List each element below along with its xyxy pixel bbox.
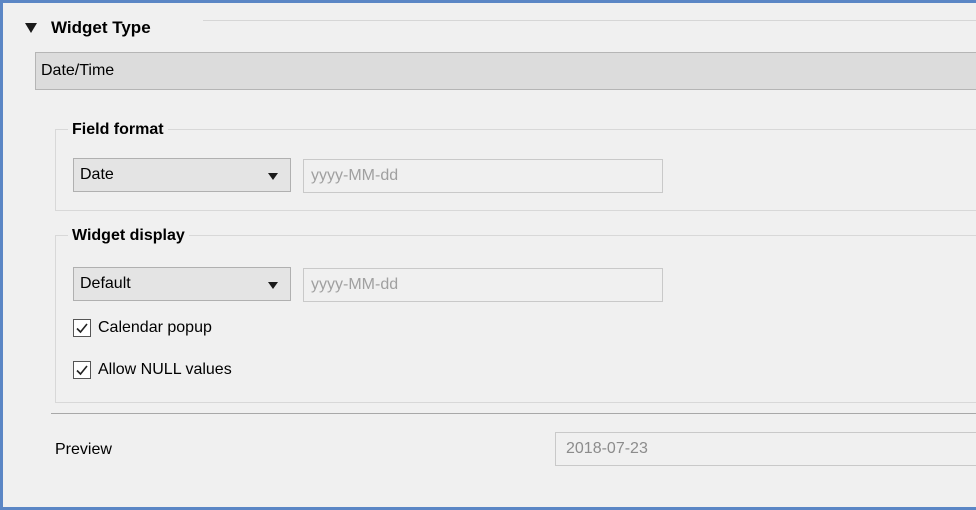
widget-display-title: Widget display bbox=[68, 226, 189, 246]
preview-field[interactable]: 2018-07-23 bbox=[555, 432, 976, 466]
dropdown-arrow-icon bbox=[268, 282, 278, 289]
widget-type-header[interactable]: Widget Type bbox=[25, 16, 151, 40]
checkmark-icon bbox=[76, 365, 88, 376]
dropdown-arrow-icon bbox=[268, 173, 278, 180]
field-format-combo[interactable]: Date bbox=[73, 158, 291, 192]
calendar-popup-checkbox[interactable]: Calendar popup bbox=[73, 319, 212, 337]
widget-display-input[interactable]: yyyy-MM-dd bbox=[303, 268, 663, 302]
field-format-combo-value: Date bbox=[80, 166, 114, 183]
preview-label: Preview bbox=[55, 441, 112, 458]
widget-display-combo[interactable]: Default bbox=[73, 267, 291, 301]
checkbox-box[interactable] bbox=[73, 319, 91, 337]
widget-type-value: Date/Time bbox=[41, 62, 115, 79]
field-format-text: yyyy-MM-dd bbox=[311, 167, 399, 184]
field-format-input[interactable]: yyyy-MM-dd bbox=[303, 159, 663, 193]
header-separator bbox=[203, 20, 976, 21]
calendar-popup-label: Calendar popup bbox=[98, 319, 212, 336]
widget-type-selector[interactable]: Date/Time bbox=[35, 52, 976, 90]
collapse-arrow-icon[interactable] bbox=[25, 23, 37, 33]
widget-display-combo-value: Default bbox=[80, 275, 131, 292]
checkmark-icon bbox=[76, 323, 88, 334]
widget-type-title: Widget Type bbox=[51, 18, 151, 37]
editor-frame: Widget Type Date/Time Field format Date … bbox=[0, 0, 976, 510]
allow-null-label: Allow NULL values bbox=[98, 361, 232, 378]
allow-null-checkbox[interactable]: Allow NULL values bbox=[73, 361, 232, 379]
field-format-title: Field format bbox=[68, 120, 168, 140]
divider-line bbox=[51, 413, 976, 414]
checkbox-box[interactable] bbox=[73, 361, 91, 379]
widget-display-text: yyyy-MM-dd bbox=[311, 276, 399, 293]
preview-value: 2018-07-23 bbox=[566, 440, 648, 457]
